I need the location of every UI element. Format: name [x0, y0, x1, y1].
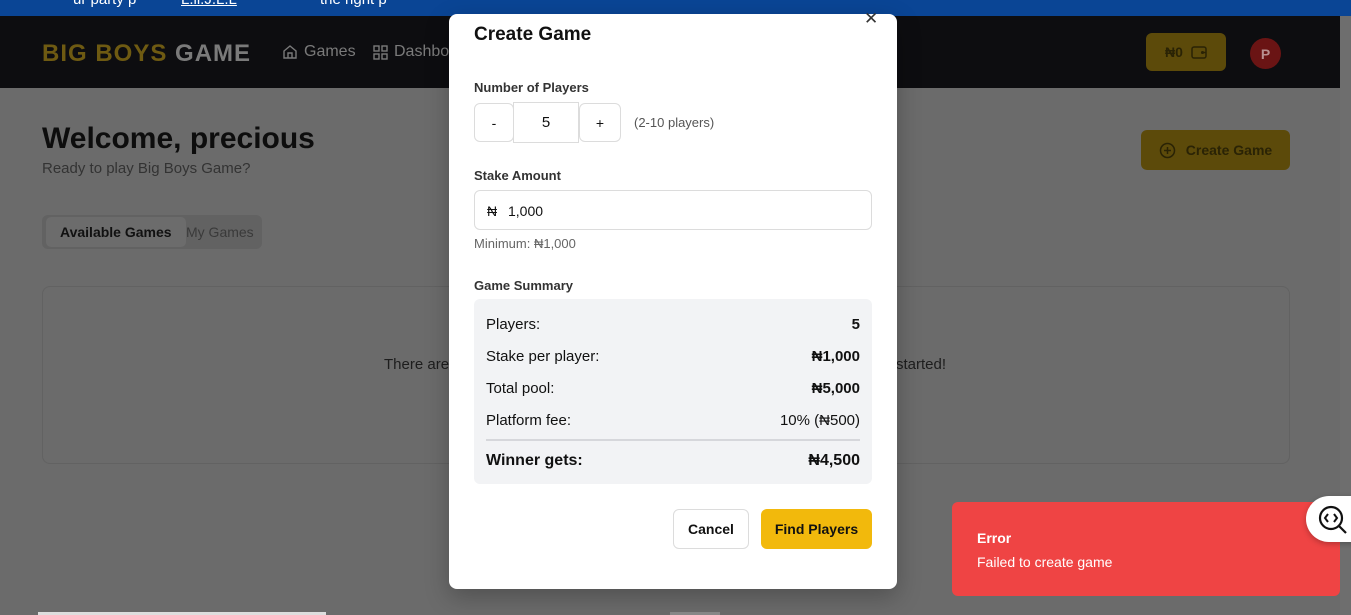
dashboard-icon: [373, 44, 388, 60]
stake-value: 1,000: [508, 203, 544, 219]
top-strip-text-b: the right p: [320, 0, 387, 8]
games-tabs: Available Games My Games: [42, 215, 262, 249]
empty-state-text-left: There are: [384, 356, 450, 373]
top-strip-link[interactable]: L.ll.J.L.L: [181, 0, 237, 8]
logo[interactable]: BIG BOYS GAME: [42, 40, 251, 68]
summary-stake-label: Stake per player:: [486, 348, 600, 365]
summary-stake-value: ₦1,000: [811, 348, 860, 365]
increment-players-button[interactable]: +: [579, 103, 621, 142]
empty-state-text-right: started!: [896, 356, 947, 373]
decrement-players-button[interactable]: -: [474, 103, 514, 142]
wallet-icon: [1191, 46, 1207, 59]
wallet-balance: ₦0: [1165, 44, 1183, 60]
stake-minimum-hint: Minimum: ₦1,000: [474, 236, 576, 251]
create-game-button[interactable]: Create Game: [1141, 130, 1290, 170]
tab-available-games[interactable]: Available Games: [46, 217, 186, 247]
summary-row-players: Players: 5: [486, 316, 860, 333]
summary-row-fee: Platform fee: 10% (₦500): [486, 412, 860, 429]
summary-winner-value: ₦4,500: [808, 452, 860, 469]
wallet-button[interactable]: ₦0: [1146, 33, 1226, 71]
currency-symbol: ₦: [487, 203, 498, 219]
error-toast[interactable]: Error Failed to create game: [952, 502, 1340, 596]
create-game-label: Create Game: [1185, 142, 1273, 158]
stake-label: Stake Amount: [474, 168, 561, 183]
page-title: Welcome, precious: [42, 122, 315, 155]
stake-amount-input[interactable]: ₦ 1,000: [474, 190, 872, 230]
logo-part-1: BIG BOYS: [42, 40, 168, 67]
summary-winner-label: Winner gets:: [486, 452, 583, 469]
avatar[interactable]: P: [1250, 38, 1281, 69]
nav-item-dashboard[interactable]: Dashboa: [373, 43, 458, 61]
logo-part-2: GAME: [175, 40, 252, 67]
summary-row-stake: Stake per player: ₦1,000: [486, 348, 860, 365]
nav-item-games-label: Games: [304, 43, 356, 60]
code-search-icon: [1318, 505, 1347, 534]
find-players-button[interactable]: Find Players: [761, 509, 872, 549]
plus-circle-icon: [1159, 142, 1176, 158]
summary-row-pool: Total pool: ₦5,000: [486, 380, 860, 397]
summary-row-winner: Winner gets: ₦4,500: [486, 452, 860, 470]
top-strip-text-a: ur party p: [73, 0, 136, 8]
summary-players-value: 5: [851, 316, 860, 333]
tab-my-games[interactable]: My Games: [172, 217, 268, 247]
players-input[interactable]: 5: [513, 102, 579, 143]
players-label: Number of Players: [474, 80, 589, 95]
players-hint: (2-10 players): [634, 115, 715, 130]
page-subtitle: Ready to play Big Boys Game?: [42, 160, 251, 177]
dialog-title: Create Game: [474, 24, 592, 45]
summary-pool-value: ₦5,000: [811, 380, 860, 397]
summary-pool-label: Total pool:: [486, 380, 555, 397]
close-icon[interactable]: ✕: [864, 10, 878, 27]
inspector-button[interactable]: [1306, 496, 1351, 542]
nav-item-games[interactable]: Games: [282, 43, 356, 61]
summary-divider: [486, 439, 860, 441]
toast-description: Failed to create game: [977, 554, 1113, 570]
summary-label: Game Summary: [474, 278, 573, 293]
toast-title: Error: [977, 530, 1012, 546]
summary-fee-value: 10% (₦500): [779, 412, 860, 429]
game-summary: Players: 5 Stake per player: ₦1,000 Tota…: [474, 299, 872, 484]
summary-fee-label: Platform fee:: [486, 412, 572, 429]
cancel-button[interactable]: Cancel: [673, 509, 749, 549]
home-icon: [283, 45, 297, 59]
summary-players-label: Players:: [486, 316, 541, 333]
